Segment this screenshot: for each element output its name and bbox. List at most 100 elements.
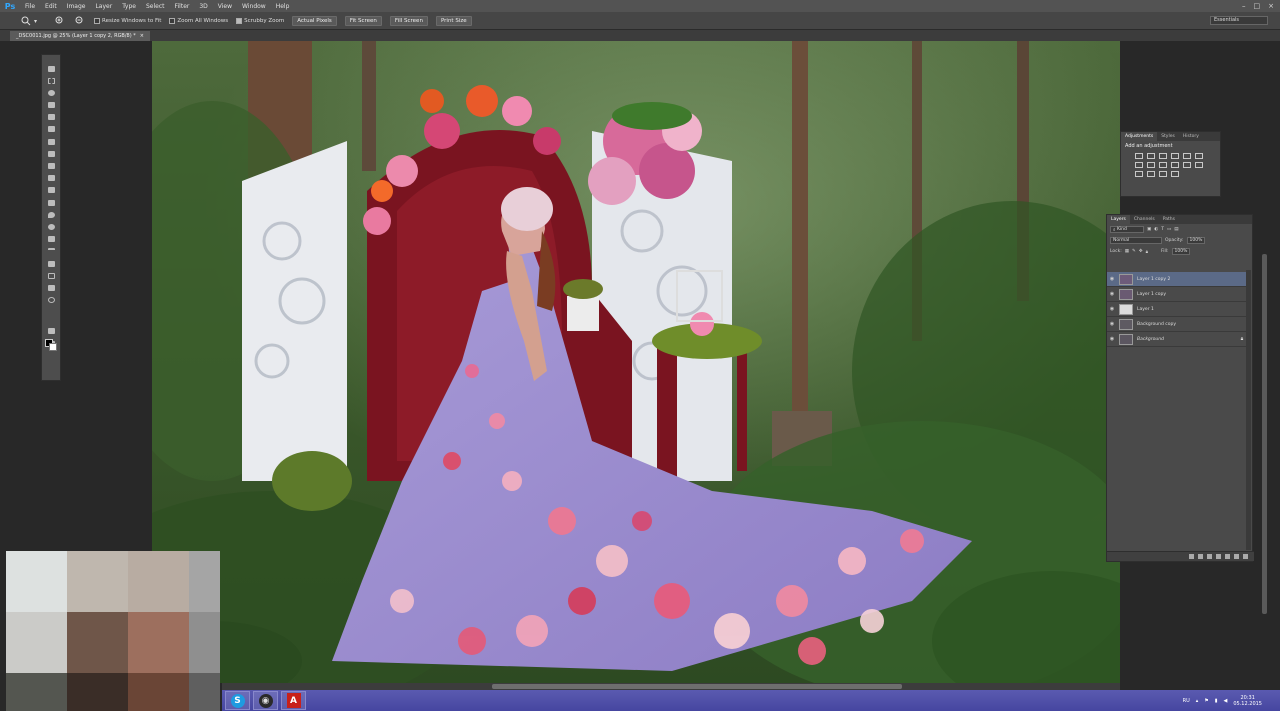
background-color-swatch[interactable] [49, 343, 57, 351]
actual-pixels-button[interactable]: Actual Pixels [292, 15, 337, 26]
menu-edit[interactable]: Edit [40, 3, 62, 10]
tab-history[interactable]: History [1179, 134, 1203, 139]
lock-transparent-icon[interactable]: ▦ [1125, 249, 1129, 254]
channel-mixer-icon[interactable] [1171, 162, 1179, 168]
obs-icon[interactable]: ◉ [253, 691, 278, 710]
menu-view[interactable]: View [213, 3, 237, 10]
link-layers-icon[interactable] [1189, 554, 1194, 559]
resize-windows-checkbox[interactable]: Resize Windows to Fit [94, 17, 161, 24]
posterize-icon[interactable] [1135, 171, 1143, 177]
hue-saturation-icon[interactable] [1195, 153, 1203, 159]
fit-screen-button[interactable]: Fit Screen [344, 15, 382, 26]
color-balance-icon[interactable] [1135, 162, 1143, 168]
acrobat-icon[interactable]: A [281, 691, 306, 710]
healing-brush-tool-icon[interactable] [45, 136, 57, 147]
horizontal-scroll-thumb[interactable] [492, 684, 902, 689]
tray-arrow-icon[interactable]: ▴ [1196, 698, 1199, 704]
selective-color-icon[interactable] [1171, 171, 1179, 177]
tab-styles[interactable]: Styles [1157, 134, 1179, 139]
zoom-tool-icon[interactable]: ▾ [20, 16, 46, 26]
invert-icon[interactable] [1195, 162, 1203, 168]
color-lookup-icon[interactable] [1183, 162, 1191, 168]
layer-row[interactable]: ◉ Layer 1 [1107, 302, 1247, 317]
gradient-map-icon[interactable] [1159, 171, 1167, 177]
brush-tool-icon[interactable] [45, 148, 57, 159]
visibility-eye-icon[interactable]: ◉ [1107, 321, 1117, 327]
layer-row[interactable]: ◉ Layer 1 copy [1107, 287, 1247, 302]
blur-tool-icon[interactable] [45, 209, 57, 220]
tab-layers[interactable]: Layers [1107, 215, 1130, 224]
horizontal-scrollbar[interactable] [222, 683, 1120, 690]
layer-row[interactable]: ◉ Background copy [1107, 317, 1247, 332]
close-button[interactable]: × [1268, 2, 1274, 10]
fill-field[interactable]: 100% [1171, 248, 1190, 255]
filter-adjustment-icon[interactable]: ◐ [1154, 227, 1158, 232]
black-white-icon[interactable] [1147, 162, 1155, 168]
new-adjustment-icon[interactable] [1216, 554, 1221, 559]
threshold-icon[interactable] [1147, 171, 1155, 177]
add-style-icon[interactable] [1198, 554, 1203, 559]
new-layer-icon[interactable] [1234, 554, 1239, 559]
document-canvas[interactable] [152, 41, 1120, 683]
fill-screen-button[interactable]: Fill Screen [389, 15, 428, 26]
marquee-tool-icon[interactable] [45, 75, 57, 86]
menu-type[interactable]: Type [117, 3, 141, 10]
volume-icon[interactable]: ◀ [1224, 698, 1228, 704]
rectangle-tool-icon[interactable] [45, 270, 57, 281]
crop-tool-icon[interactable] [45, 112, 57, 123]
eraser-tool-icon[interactable] [45, 185, 57, 196]
skype-icon[interactable]: S [225, 691, 250, 710]
opacity-field[interactable]: 100% [1186, 237, 1205, 244]
language-indicator[interactable]: RU [1183, 698, 1190, 704]
zoom-tool-icon[interactable] [45, 295, 57, 306]
delete-layer-icon[interactable] [1243, 554, 1248, 559]
new-group-icon[interactable] [1225, 554, 1230, 559]
menu-window[interactable]: Window [237, 3, 271, 10]
tab-adjustments[interactable]: Adjustments [1121, 132, 1158, 141]
hand-tool-icon[interactable] [45, 282, 57, 293]
quick-mask-icon[interactable] [45, 326, 57, 337]
filter-shape-icon[interactable]: ▭ [1167, 227, 1171, 232]
minimize-button[interactable]: – [1242, 2, 1246, 10]
menu-layer[interactable]: Layer [90, 3, 117, 10]
zoom-out-icon[interactable] [74, 16, 86, 26]
visibility-eye-icon[interactable]: ◉ [1107, 291, 1117, 297]
zoom-in-icon[interactable] [54, 16, 66, 26]
workspace-select[interactable]: Essentials [1210, 16, 1268, 25]
visibility-eye-icon[interactable]: ◉ [1107, 276, 1117, 282]
menu-file[interactable]: File [20, 3, 40, 10]
tab-channels[interactable]: Channels [1130, 217, 1159, 222]
vibrance-icon[interactable] [1183, 153, 1191, 159]
lock-position-icon[interactable]: ✥ [1139, 249, 1143, 254]
layer-row[interactable]: ◉ Background 🔒︎ [1107, 332, 1247, 347]
gradient-tool-icon[interactable] [45, 197, 57, 208]
tab-paths[interactable]: Paths [1159, 217, 1179, 222]
visibility-eye-icon[interactable]: ◉ [1107, 306, 1117, 312]
type-tool-icon[interactable] [45, 246, 57, 257]
maximize-button[interactable]: □ [1254, 2, 1261, 10]
filter-pixel-icon[interactable]: ▣ [1147, 227, 1151, 232]
dodge-tool-icon[interactable] [45, 221, 57, 232]
vertical-scrollbar[interactable] [1262, 254, 1267, 614]
menu-image[interactable]: Image [62, 3, 91, 10]
clock[interactable]: 20:31 05.12.2015 [1233, 695, 1262, 707]
zoom-all-windows-checkbox[interactable]: Zoom All Windows [169, 17, 228, 24]
history-brush-tool-icon[interactable] [45, 173, 57, 184]
lasso-tool-icon[interactable] [45, 87, 57, 98]
print-size-button[interactable]: Print Size [435, 15, 472, 26]
visibility-eye-icon[interactable]: ◉ [1107, 336, 1117, 342]
lock-all-icon[interactable]: 🔒︎ [1146, 249, 1148, 255]
close-icon[interactable]: × [140, 33, 144, 39]
flag-icon[interactable]: ⚑ [1204, 698, 1208, 704]
layer-row[interactable]: ◉ Layer 1 copy 2 [1107, 272, 1247, 287]
document-tab[interactable]: _DSC0011.jpg @ 25% (Layer 1 copy 2, RGB/… [10, 31, 150, 41]
lock-pixels-icon[interactable]: ✎ [1132, 249, 1136, 254]
network-icon[interactable]: ▮ [1215, 698, 1218, 704]
brightness-contrast-icon[interactable] [1135, 153, 1143, 159]
blend-mode-select[interactable]: Normal [1110, 237, 1162, 244]
quick-selection-tool-icon[interactable] [45, 100, 57, 111]
eyedropper-tool-icon[interactable] [45, 124, 57, 135]
levels-icon[interactable] [1147, 153, 1155, 159]
exposure-icon[interactable] [1171, 153, 1179, 159]
filter-type-icon[interactable]: T [1161, 227, 1164, 232]
